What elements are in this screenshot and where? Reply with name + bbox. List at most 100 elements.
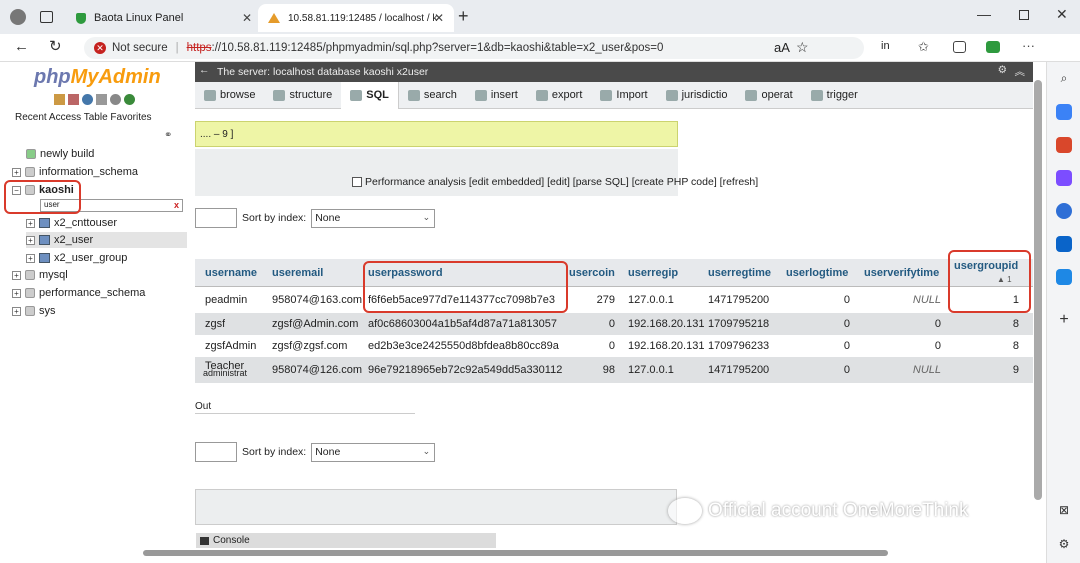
refresh-icon[interactable]: [124, 94, 135, 105]
rows-input[interactable]: [195, 442, 237, 462]
cell-userverifytime[interactable]: 0: [864, 335, 941, 357]
cell-useremail[interactable]: 958074@163.com: [272, 288, 364, 311]
tab-triggers[interactable]: trigger: [802, 82, 867, 109]
server-bar-text[interactable]: The server: localhost database kaoshi x2…: [217, 66, 428, 78]
cell-userverifytime[interactable]: NULL: [864, 357, 941, 383]
toolbox-icon[interactable]: [1056, 137, 1072, 153]
tag-icon[interactable]: [1056, 104, 1072, 120]
lang-indicator[interactable]: in: [881, 40, 890, 52]
close-icon[interactable]: ✕: [242, 11, 252, 25]
tab-export[interactable]: export: [527, 82, 592, 109]
back-icon[interactable]: ←: [14, 38, 29, 55]
close-window-button[interactable]: ✕: [1056, 6, 1068, 23]
tree-db-information-schema[interactable]: + information_schema: [12, 164, 138, 180]
cell-usercoin[interactable]: 98: [569, 357, 615, 383]
vertical-scrollbar[interactable]: [1034, 80, 1042, 500]
cell-usergroupid[interactable]: 8: [954, 313, 1019, 335]
tab-actions-icon[interactable]: [40, 11, 53, 23]
expand-icon[interactable]: +: [12, 270, 21, 280]
cell-usergroupid[interactable]: 9: [954, 357, 1019, 383]
col-userregtime[interactable]: userregtime: [708, 259, 771, 286]
col-usercoin[interactable]: usercoin: [569, 259, 615, 286]
console-bar[interactable]: Console: [196, 533, 496, 548]
col-userlogtime[interactable]: userlogtime: [786, 259, 848, 286]
docs-icon[interactable]: [96, 94, 107, 105]
search-icon[interactable]: ⌕: [1056, 70, 1072, 86]
tree-table-x2-user-group[interactable]: + x2_user_group: [26, 250, 127, 266]
horizontal-scrollbar[interactable]: [143, 550, 888, 556]
cell-userregip[interactable]: 127.0.0.1: [628, 357, 674, 383]
tree-db-mysql[interactable]: + mysql: [12, 267, 68, 283]
url-field[interactable]: ✕ Not secure | https ://10.58.81.119:124…: [84, 37, 864, 59]
cell-userregtime[interactable]: 1709795218: [708, 313, 769, 335]
sort-select[interactable]: None ⌄: [311, 208, 436, 228]
pma-logo[interactable]: phpMyAdmin: [34, 66, 161, 89]
profiling-checkbox[interactable]: [352, 177, 362, 187]
expand-icon[interactable]: +: [26, 235, 35, 245]
clear-filter-icon[interactable]: x: [174, 200, 179, 210]
extensions-icon[interactable]: ✩: [918, 39, 929, 55]
favorite-star-icon[interactable]: ☆: [796, 39, 809, 56]
cell-usercoin[interactable]: 0: [569, 313, 615, 335]
tree-table-x2-user[interactable]: + x2_user: [26, 232, 187, 248]
reload-icon[interactable]: ↻: [49, 37, 62, 55]
expand-icon[interactable]: +: [12, 288, 21, 298]
games-icon[interactable]: [1056, 170, 1072, 186]
tree-db-sys[interactable]: + sys: [12, 303, 56, 319]
tab-import[interactable]: Import: [591, 82, 656, 109]
tab-insert[interactable]: insert: [466, 82, 527, 109]
new-tab-button[interactable]: +: [458, 6, 469, 27]
cell-useremail[interactable]: zgsf@zgsf.com: [272, 335, 364, 357]
expand-icon[interactable]: +: [26, 218, 35, 228]
cell-usergroupid[interactable]: 8: [954, 335, 1019, 357]
sort-select[interactable]: None ⌄: [311, 442, 436, 462]
home-icon[interactable]: [54, 94, 65, 105]
cell-username[interactable]: peadmin: [205, 288, 247, 311]
collapse-top-icon[interactable]: ︽: [1015, 64, 1026, 79]
expand-icon[interactable]: +: [12, 167, 21, 177]
cell-userregip[interactable]: 127.0.0.1: [628, 288, 674, 311]
tab-privileges[interactable]: jurisdictio: [657, 82, 737, 109]
split-screen-icon[interactable]: [953, 41, 966, 53]
tree-db-performance-schema[interactable]: + performance_schema: [12, 285, 145, 301]
maximize-button[interactable]: [1019, 10, 1029, 20]
copilot-icon[interactable]: [986, 41, 1000, 53]
read-aloud-icon[interactable]: aA: [774, 40, 790, 55]
cell-userregip[interactable]: 192.168.20.131: [628, 313, 704, 335]
cell-userverifytime[interactable]: 0: [864, 313, 941, 335]
expand-icon[interactable]: +: [26, 253, 35, 263]
link-icon[interactable]: ⚭: [164, 130, 172, 141]
settings-icon[interactable]: ⚙: [1056, 536, 1072, 552]
tab-baota[interactable]: Baota Linux Panel ✕: [66, 4, 262, 32]
cell-useremail[interactable]: 958074@126.com: [272, 357, 364, 383]
minimize-button[interactable]: —: [977, 6, 991, 22]
cell-userverifytime[interactable]: NULL: [864, 288, 941, 311]
cell-username[interactable]: zgsf: [205, 313, 225, 335]
col-username[interactable]: username: [205, 259, 257, 286]
cell-userregip[interactable]: 192.168.20.131: [628, 335, 704, 357]
cell-userlogtime[interactable]: 0: [786, 357, 850, 383]
tree-table-x2-cnttouser[interactable]: + x2_cnttouser: [26, 215, 117, 231]
col-userverifytime[interactable]: userverifytime: [864, 259, 939, 286]
col-userregip[interactable]: userregip: [628, 259, 678, 286]
gear-icon[interactable]: ⚙: [998, 64, 1007, 76]
tab-browse[interactable]: browse: [195, 82, 264, 109]
collapse-arrow-icon[interactable]: ←: [199, 64, 210, 76]
rows-input[interactable]: [195, 208, 237, 228]
gear-icon[interactable]: [110, 94, 121, 105]
hide-panel-icon[interactable]: ⊠: [1056, 502, 1072, 518]
outlook-icon[interactable]: [1056, 236, 1072, 252]
expand-icon[interactable]: +: [12, 306, 21, 316]
add-icon[interactable]: +: [1056, 312, 1072, 328]
cell-usercoin[interactable]: 279: [569, 288, 615, 311]
cell-userpassword[interactable]: ed2b3e3ce2425550d8bfdea8b80cc89a: [368, 335, 559, 357]
cell-userlogtime[interactable]: 0: [786, 313, 850, 335]
cell-userregtime[interactable]: 1471795200: [708, 288, 769, 311]
help-icon[interactable]: [82, 94, 93, 105]
perf-links[interactable]: Performance analysis [edit embedded] [ed…: [365, 176, 758, 188]
cell-userlogtime[interactable]: 0: [786, 288, 850, 311]
cell-useremail[interactable]: zgsf@Admin.com: [272, 313, 364, 335]
tab-search[interactable]: search: [399, 82, 466, 109]
col-useremail[interactable]: useremail: [272, 259, 323, 286]
cell-userregtime[interactable]: 1709796233: [708, 335, 769, 357]
